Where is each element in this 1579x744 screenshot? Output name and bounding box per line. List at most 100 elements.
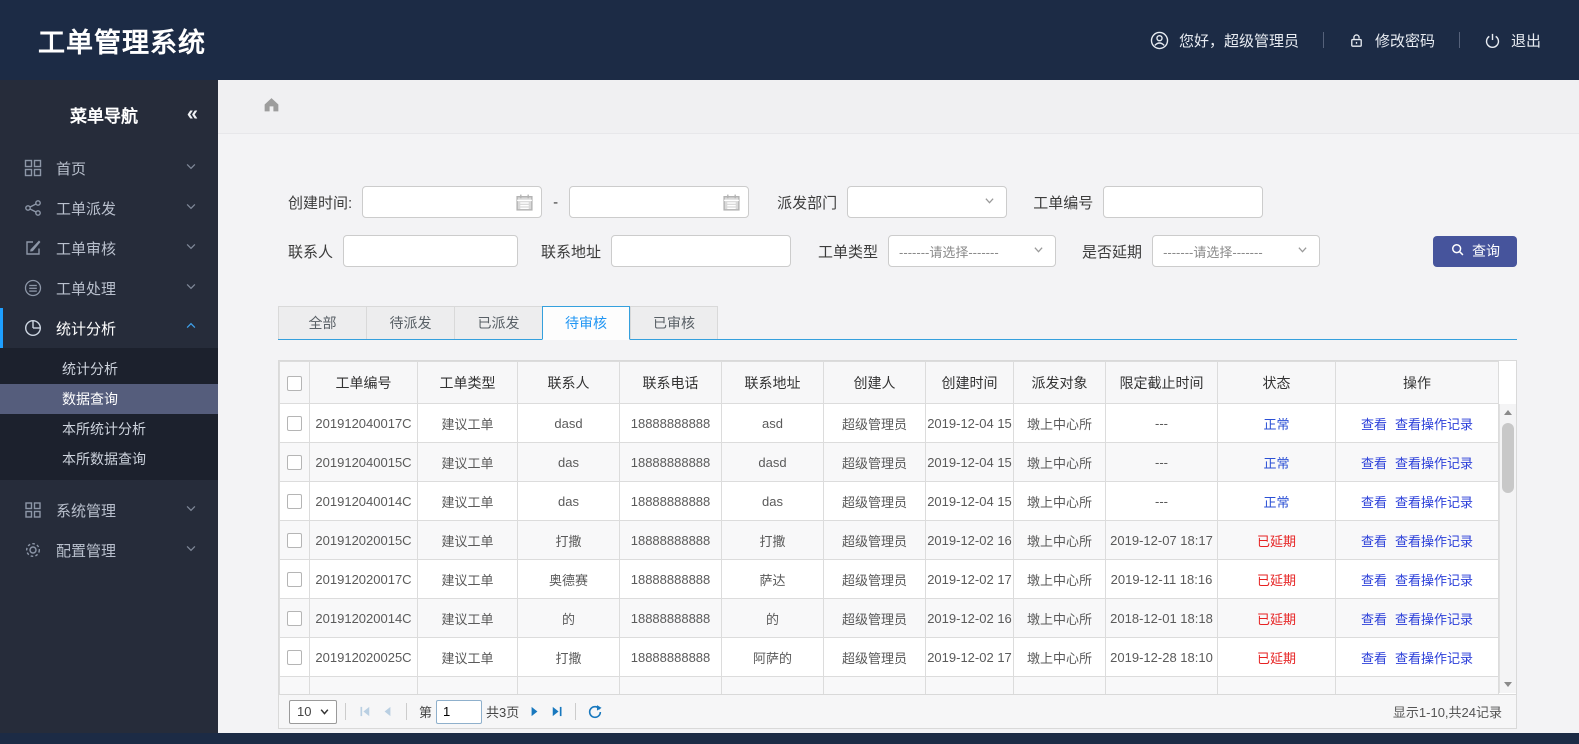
- cell-address: 打撒: [721, 520, 824, 560]
- view-link[interactable]: 查看: [1361, 651, 1387, 666]
- logout-link[interactable]: 退出: [1484, 30, 1541, 51]
- tab-dispatched[interactable]: 已派发: [454, 306, 542, 339]
- cell-created: 2019-12-04 15: [925, 481, 1014, 521]
- table-header-row: 工单编号 工单类型 联系人 联系电话 联系地址 创建人 创建时间 派发对象 限定…: [279, 361, 1499, 404]
- row-checkbox[interactable]: [287, 455, 302, 471]
- cell-deadline: ---: [1105, 442, 1218, 482]
- pie-chart-icon: [24, 319, 42, 337]
- sidebar-subitem-data-query[interactable]: 数据查询: [0, 384, 218, 414]
- sidebar-item-dispatch[interactable]: 工单派发: [0, 188, 218, 228]
- sidebar-item-system[interactable]: 系统管理: [0, 490, 218, 530]
- sidebar-collapse-button[interactable]: «: [187, 103, 198, 126]
- cell-deadline: 2019-12-07 18:17: [1105, 520, 1218, 560]
- calendar-icon[interactable]: [722, 193, 741, 216]
- view-log-link[interactable]: 查看操作记录: [1395, 495, 1473, 510]
- home-icon[interactable]: [262, 95, 281, 119]
- column-header: 创建时间: [925, 361, 1014, 404]
- cell-created: 2019-12-02 16: [925, 598, 1014, 638]
- table-row: 201912040017C 建议工单 dasd 18888888888 asd 超级管理员…: [279, 403, 1499, 443]
- row-checkbox[interactable]: [287, 611, 302, 627]
- cell-creator: 超级管理员: [823, 481, 926, 521]
- scroll-down-button[interactable]: [1500, 676, 1516, 693]
- database-icon: [24, 279, 42, 297]
- cell-contact: 打撒: [517, 520, 620, 560]
- scroll-up-button[interactable]: [1500, 404, 1516, 421]
- view-link[interactable]: 查看: [1361, 456, 1387, 471]
- sidebar-item-review[interactable]: 工单审核: [0, 228, 218, 268]
- page-size-select[interactable]: 10: [289, 699, 337, 724]
- view-link[interactable]: 查看: [1361, 417, 1387, 432]
- prev-page-button[interactable]: [376, 701, 398, 723]
- column-header: 操作: [1335, 361, 1499, 404]
- row-checkbox[interactable]: [287, 533, 302, 549]
- sidebar-item-config[interactable]: 配置管理: [0, 530, 218, 570]
- cell-phone: 18888888888: [619, 481, 722, 521]
- view-log-link[interactable]: 查看操作记录: [1395, 651, 1473, 666]
- cell-status: 正常: [1217, 442, 1336, 482]
- dispatch-dept-select[interactable]: [847, 186, 1008, 218]
- view-log-link[interactable]: 查看操作记录: [1395, 417, 1473, 432]
- view-link[interactable]: 查看: [1361, 573, 1387, 588]
- tab-all[interactable]: 全部: [278, 306, 366, 339]
- sidebar-subitem-branch-statistics[interactable]: 本所统计分析: [0, 414, 218, 444]
- first-page-button[interactable]: [354, 701, 376, 723]
- search-icon: [1450, 242, 1465, 260]
- order-type-select[interactable]: -------请选择-------: [888, 235, 1057, 267]
- table-row: 201912020015C 建议工单 打撒 18888888888 打撒 超级管理员 201…: [279, 520, 1499, 560]
- cell-address: 阿萨的: [721, 637, 824, 677]
- view-link[interactable]: 查看: [1361, 495, 1387, 510]
- cell-order_no: 201912020015C: [309, 520, 418, 560]
- view-link[interactable]: 查看: [1361, 612, 1387, 627]
- calendar-icon[interactable]: [515, 193, 534, 216]
- sidebar-item-statistics[interactable]: 统计分析: [0, 308, 218, 348]
- table-scrollbar[interactable]: [1499, 404, 1516, 693]
- cell-address: 的: [721, 598, 824, 638]
- view-link[interactable]: 查看: [1361, 534, 1387, 549]
- table-row: 201912020025C 建议工单 打撒 18888888888 阿萨的 超级管理员 20…: [279, 637, 1499, 677]
- sidebar-item-home[interactable]: 首页: [0, 148, 218, 188]
- next-page-button[interactable]: [523, 701, 545, 723]
- view-log-link[interactable]: 查看操作记录: [1395, 573, 1473, 588]
- header-divider: [1458, 32, 1460, 48]
- row-checkbox[interactable]: [287, 416, 302, 432]
- order-no-input[interactable]: [1103, 186, 1264, 218]
- select-all-checkbox[interactable]: [287, 375, 302, 391]
- contact-input[interactable]: [343, 235, 519, 267]
- table-row: 201912020017C 建议工单 奥德赛 18888888888 萨达 超级管理员 20…: [279, 559, 1499, 599]
- scrollbar-thumb[interactable]: [1502, 423, 1514, 493]
- status-tabs: 全部 待派发 已派发 待审核 已审核: [278, 306, 1517, 340]
- row-checkbox[interactable]: [287, 572, 302, 588]
- sidebar-subitem-branch-data-query[interactable]: 本所数据查询: [0, 444, 218, 474]
- query-button[interactable]: 查询: [1433, 235, 1517, 267]
- view-log-link[interactable]: 查看操作记录: [1395, 534, 1473, 549]
- tab-pending-review[interactable]: 待审核: [542, 306, 630, 340]
- cell-actions: 查看 查看操作记录: [1335, 559, 1499, 599]
- sidebar-item-process[interactable]: 工单处理: [0, 268, 218, 308]
- row-checkbox[interactable]: [287, 650, 302, 666]
- cell-type: 建议工单: [417, 559, 518, 599]
- address-input[interactable]: [611, 235, 792, 267]
- cell-creator: 超级管理员: [823, 559, 926, 599]
- row-checkbox[interactable]: [287, 494, 302, 510]
- tab-pending-dispatch[interactable]: 待派发: [366, 306, 454, 339]
- sidebar-nav: 首页 工单派发 工单审核 工单处理 统计分析 统计分析 数据查询 本所统计分析 …: [0, 148, 218, 570]
- cell-target: 墩上中心所: [1013, 559, 1106, 599]
- cell-creator: 超级管理员: [823, 520, 926, 560]
- cell-deadline: ---: [1105, 481, 1218, 521]
- column-header: 创建人: [823, 361, 926, 404]
- last-page-button[interactable]: [545, 701, 567, 723]
- change-password-link[interactable]: 修改密码: [1348, 30, 1435, 51]
- tab-reviewed[interactable]: 已审核: [630, 306, 718, 339]
- delay-select[interactable]: -------请选择-------: [1152, 235, 1321, 267]
- chevron-down-icon: [184, 541, 198, 559]
- cell-order_no: 201912020014C: [309, 598, 418, 638]
- cell-phone: 18888888888: [619, 559, 722, 599]
- page-number-input[interactable]: [436, 699, 483, 724]
- cell-target: 墩上中心所: [1013, 481, 1106, 521]
- sidebar-subitem-statistics-analysis[interactable]: 统计分析: [0, 354, 218, 384]
- refresh-icon[interactable]: [584, 701, 606, 723]
- view-log-link[interactable]: 查看操作记录: [1395, 612, 1473, 627]
- cell-type: 建议工单: [417, 481, 518, 521]
- view-log-link[interactable]: 查看操作记录: [1395, 456, 1473, 471]
- chevron-down-icon: [1032, 243, 1045, 259]
